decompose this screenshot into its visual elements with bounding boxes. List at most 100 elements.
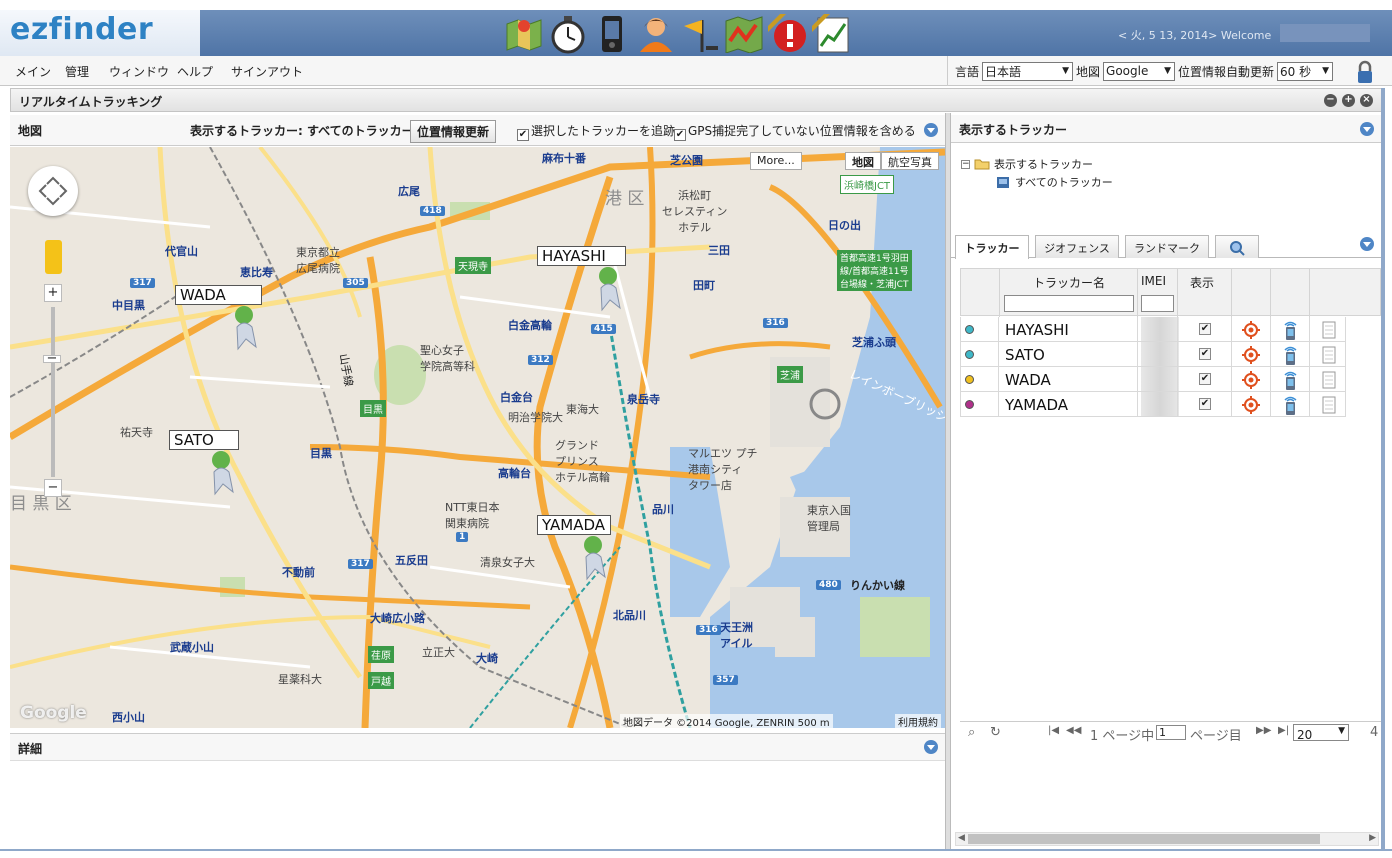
- document-icon[interactable]: [1319, 370, 1339, 390]
- map-type-satellite-button[interactable]: 航空写真: [881, 152, 939, 170]
- details-collapse-icon[interactable]: [924, 740, 938, 754]
- tab-search[interactable]: [1215, 235, 1259, 258]
- menu-main[interactable]: メイン: [15, 63, 51, 80]
- table-row[interactable]: YAMADA ✔: [960, 392, 1346, 417]
- tab-geofence[interactable]: ジオフェンス: [1035, 235, 1119, 258]
- lock-icon[interactable]: [1356, 60, 1374, 87]
- menu-manage[interactable]: 管理: [65, 63, 89, 80]
- update-location-button[interactable]: 位置情報更新: [410, 120, 497, 143]
- map-tracker-sato[interactable]: SATO: [169, 430, 239, 499]
- tree-root-node[interactable]: − 表示するトラッカー: [961, 155, 1113, 173]
- table-row[interactable]: HAYASHI ✔: [960, 317, 1346, 342]
- tabs-collapse-icon[interactable]: [1360, 237, 1374, 251]
- first-page-icon[interactable]: |◀: [1048, 725, 1059, 736]
- signal-phone-icon[interactable]: [1280, 370, 1300, 390]
- user-icon[interactable]: [635, 13, 677, 55]
- stopwatch-icon[interactable]: [547, 13, 589, 55]
- imei-filter-input[interactable]: [1141, 295, 1174, 312]
- trackers-panel-collapse-icon[interactable]: [1360, 122, 1374, 136]
- scroll-left-icon[interactable]: ◀: [958, 833, 965, 843]
- grid-col-divider: [1137, 317, 1138, 341]
- signal-phone-icon[interactable]: [1280, 395, 1300, 415]
- pager-refresh-icon[interactable]: ↻: [990, 725, 1001, 740]
- minimize-icon[interactable]: −: [1324, 94, 1337, 107]
- signal-phone-icon[interactable]: [1280, 320, 1300, 340]
- menu-help[interactable]: ヘルプ: [177, 63, 213, 80]
- grid-col-divider: [1270, 317, 1271, 341]
- pager-search-icon[interactable]: ⌕: [968, 725, 975, 740]
- display-checkbox[interactable]: ✔: [1199, 323, 1211, 335]
- map-tracker-wada[interactable]: WADA: [175, 285, 262, 354]
- map-label-shinagawa: 品川: [652, 503, 674, 516]
- zoom-out-button[interactable]: −: [44, 479, 62, 497]
- zoom-slider-track[interactable]: [51, 307, 55, 477]
- page-number-input[interactable]: 1: [1156, 725, 1186, 740]
- gps-checkbox[interactable]: ✔: [674, 129, 686, 141]
- maximize-icon[interactable]: +: [1342, 94, 1355, 107]
- document-icon[interactable]: [1319, 320, 1339, 340]
- zoom-in-button[interactable]: +: [44, 284, 62, 302]
- display-checkbox[interactable]: ✔: [1199, 373, 1211, 385]
- map-view[interactable]: 港 区 目 黒 区 麻布十番 芝公園 広尾 恵比寿 中目黒 代官山 白金高輪 白…: [10, 147, 945, 728]
- display-checkbox[interactable]: ✔: [1199, 398, 1211, 410]
- map-tracker-hayashi[interactable]: HAYASHI: [537, 246, 626, 315]
- map-tracker-yamada[interactable]: YAMADA: [537, 515, 611, 584]
- signal-phone-icon[interactable]: [1280, 345, 1300, 365]
- street-view-pegman-icon[interactable]: [45, 240, 62, 274]
- pane-splitter[interactable]: [945, 113, 951, 849]
- grid-col-divider: [1177, 269, 1178, 317]
- document-icon[interactable]: [1319, 395, 1339, 415]
- tab-trackers[interactable]: トラッカー: [955, 235, 1029, 259]
- include-gps-option[interactable]: ✔ GPS捕捉完了していない位置情報を含める: [674, 122, 916, 141]
- locate-target-icon[interactable]: [1241, 395, 1261, 415]
- locate-target-icon[interactable]: [1241, 345, 1261, 365]
- map-terms-link[interactable]: 利用規約: [895, 714, 941, 728]
- phone-icon[interactable]: [591, 13, 633, 55]
- table-row[interactable]: WADA ✔: [960, 367, 1346, 392]
- tracker-name[interactable]: YAMADA: [1005, 396, 1068, 414]
- map-type-map-button[interactable]: 地図: [845, 152, 881, 170]
- auto-refresh-select[interactable]: 60 秒 ▼: [1277, 61, 1334, 81]
- tree-child-node[interactable]: すべてのトラッカー: [961, 173, 1113, 191]
- last-page-icon[interactable]: ▶|: [1278, 725, 1289, 736]
- panel-title: リアルタイムトラッキング: [19, 95, 163, 109]
- zoom-slider-handle[interactable]: −: [43, 352, 61, 365]
- pan-control[interactable]: [28, 166, 78, 216]
- locate-target-icon[interactable]: [1241, 370, 1261, 390]
- tree-collapse-icon[interactable]: −: [961, 159, 970, 169]
- map-collapse-icon[interactable]: [924, 123, 938, 137]
- menu-window[interactable]: ウィンドウ: [109, 63, 169, 80]
- more-layers-button[interactable]: More...: [750, 152, 802, 170]
- grid-col-divider: [1177, 392, 1178, 416]
- tracker-name[interactable]: SATO: [1005, 346, 1045, 364]
- close-icon[interactable]: ×: [1360, 94, 1373, 107]
- route-map-icon[interactable]: [723, 13, 765, 55]
- scroll-right-icon[interactable]: ▶: [1369, 833, 1376, 843]
- tracker-name[interactable]: WADA: [1005, 371, 1051, 389]
- column-header-display[interactable]: 表示: [1190, 274, 1214, 291]
- display-checkbox[interactable]: ✔: [1199, 348, 1211, 360]
- language-select[interactable]: 日本語 ▼: [982, 61, 1074, 81]
- next-page-icon[interactable]: ▶▶: [1256, 725, 1271, 736]
- premium-alert-icon[interactable]: [767, 13, 809, 55]
- map-provider-select[interactable]: Google ▼: [1103, 61, 1176, 81]
- table-row[interactable]: SATO ✔: [960, 342, 1346, 367]
- scrollbar-thumb[interactable]: [968, 834, 1320, 844]
- locate-target-icon[interactable]: [1241, 320, 1261, 340]
- column-header-imei[interactable]: IMEI: [1141, 274, 1166, 288]
- follow-selected-option[interactable]: ✔ 選択したトラッカーを追跡: [517, 122, 675, 141]
- page-size-select[interactable]: 20 ▼: [1293, 724, 1349, 742]
- tab-landmark[interactable]: ランドマーク: [1125, 235, 1209, 258]
- menu-signout[interactable]: サインアウト: [231, 63, 303, 80]
- tracker-name[interactable]: HAYASHI: [1005, 321, 1069, 339]
- prev-page-icon[interactable]: ◀◀: [1066, 725, 1081, 736]
- document-icon[interactable]: [1319, 345, 1339, 365]
- column-header-name[interactable]: トラッカー名: [1033, 274, 1105, 291]
- name-filter-input[interactable]: [1004, 295, 1134, 312]
- horizontal-scrollbar[interactable]: ◀ ▶: [955, 832, 1379, 846]
- premium-report-icon[interactable]: [811, 13, 853, 55]
- map-label-daikanyama: 代官山: [165, 245, 198, 258]
- follow-checkbox[interactable]: ✔: [517, 129, 529, 141]
- flag-icon[interactable]: [679, 13, 721, 55]
- map-icon[interactable]: [503, 13, 545, 55]
